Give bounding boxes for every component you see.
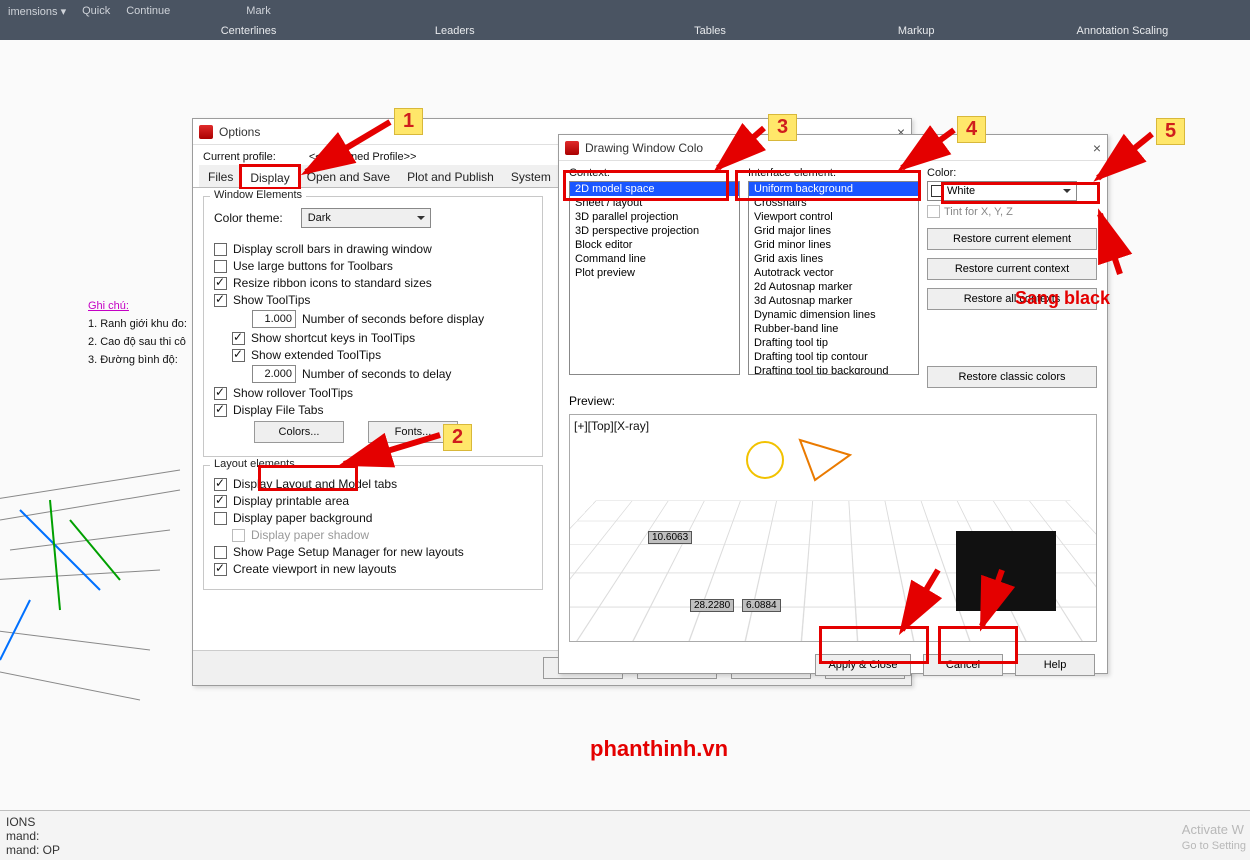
tab-system[interactable]: System [502, 165, 560, 187]
cancel-button[interactable]: Cancel [923, 654, 1003, 676]
app-logo-icon [199, 125, 213, 139]
element-item[interactable]: 2d Autosnap marker [749, 280, 918, 294]
chk-rollover[interactable] [214, 387, 227, 400]
element-item[interactable]: Viewport control [749, 210, 918, 224]
tab-display[interactable]: Display [241, 166, 298, 188]
element-item[interactable]: Rubber-band line [749, 322, 918, 336]
ribbon-cmd[interactable]: imensions ▾ [8, 5, 66, 18]
restore-context-button[interactable]: Restore current context [927, 258, 1097, 280]
chk-filetabs[interactable] [214, 404, 227, 417]
chk-layout-tabs[interactable] [214, 478, 227, 491]
element-item[interactable]: Drafting tool tip [749, 336, 918, 350]
context-item[interactable]: 3D perspective projection [570, 224, 739, 238]
chk-tooltips[interactable] [214, 294, 227, 307]
command-line[interactable]: IONS mand: mand: OP [0, 810, 1250, 860]
anno-4: 4 [957, 116, 986, 143]
help-button[interactable]: Help [1015, 654, 1095, 676]
canvas-sketch [0, 460, 200, 710]
activate-watermark: Activate WGo to Setting [1182, 822, 1246, 852]
anno-3: 3 [768, 114, 797, 141]
element-item[interactable]: Dynamic dimension lines [749, 308, 918, 322]
close-icon[interactable]: × [1093, 140, 1101, 156]
chk-resize-ribbon[interactable] [214, 277, 227, 290]
chk-large-btn[interactable] [214, 260, 227, 273]
tab-files[interactable]: Files [199, 165, 242, 187]
element-item[interactable]: Crosshairs [749, 196, 918, 210]
chk-shadow [232, 529, 245, 542]
color-theme-combo[interactable]: Dark [301, 208, 431, 228]
context-list[interactable]: 2D model spaceSheet / layout3D parallel … [569, 181, 740, 375]
chk-paperbg[interactable] [214, 512, 227, 525]
color-combo[interactable]: White [927, 181, 1077, 201]
ribbon-panels: Centerlines Leaders Tables Markup Annota… [0, 22, 1250, 40]
element-item[interactable]: Grid minor lines [749, 238, 918, 252]
colors-button[interactable]: Colors... [254, 421, 344, 443]
context-item[interactable]: 3D parallel projection [570, 210, 739, 224]
element-item[interactable]: Drafting tool tip contour [749, 350, 918, 364]
context-item[interactable]: Plot preview [570, 266, 739, 280]
chk-tint [927, 205, 940, 218]
chk-psm[interactable] [214, 546, 227, 559]
element-item[interactable]: Grid major lines [749, 224, 918, 238]
num-delay[interactable]: 2.000 [252, 365, 296, 383]
element-item[interactable]: Drafting tool tip background [749, 364, 918, 375]
element-item[interactable]: 3d Autosnap marker [749, 294, 918, 308]
element-item[interactable]: Grid axis lines [749, 252, 918, 266]
chk-shortcut[interactable] [232, 332, 245, 345]
canvas-notes: Ghi chú: 1. Ranh giới khu đo: 2. Cao độ … [88, 300, 187, 372]
colors-title: Drawing Window Colo [585, 141, 703, 155]
preview-sun-icon [740, 425, 860, 495]
watermark-site: phanthinh.vn [590, 736, 728, 762]
color-preview: [+][Top][X-ray] 10.6063 28.2280 6.0884 [569, 414, 1097, 642]
tab-open-save[interactable]: Open and Save [298, 165, 399, 187]
element-item[interactable]: Uniform background [749, 182, 918, 196]
anno-2: 2 [443, 424, 472, 451]
anno-5: 5 [1156, 118, 1185, 145]
context-item[interactable]: Block editor [570, 238, 739, 252]
tab-plot[interactable]: Plot and Publish [398, 165, 503, 187]
context-item[interactable]: Sheet / layout [570, 196, 739, 210]
chk-scrollbars[interactable] [214, 243, 227, 256]
app-logo-icon [565, 141, 579, 155]
restore-element-button[interactable]: Restore current element [927, 228, 1097, 250]
chk-printable[interactable] [214, 495, 227, 508]
anno-1: 1 [394, 108, 423, 135]
num-sec[interactable]: 1.000 [252, 310, 296, 328]
color-swatch-icon [931, 185, 943, 197]
element-list[interactable]: Uniform backgroundCrosshairsViewport con… [748, 181, 919, 375]
anno-sang: Sang black [1015, 288, 1110, 309]
context-item[interactable]: Command line [570, 252, 739, 266]
options-title: Options [219, 125, 260, 139]
ribbon-top: imensions ▾ Quick Continue Mark [0, 0, 1250, 22]
restore-classic-button[interactable]: Restore classic colors [927, 366, 1097, 388]
element-item[interactable]: Autotrack vector [749, 266, 918, 280]
chk-ext-tt[interactable] [232, 349, 245, 362]
apply-close-button[interactable]: Apply & Close [815, 654, 911, 676]
context-item[interactable]: 2D model space [570, 182, 739, 196]
drawing-colors-dialog: Drawing Window Colo × Context: 2D model … [558, 134, 1108, 674]
chk-viewport[interactable] [214, 563, 227, 576]
